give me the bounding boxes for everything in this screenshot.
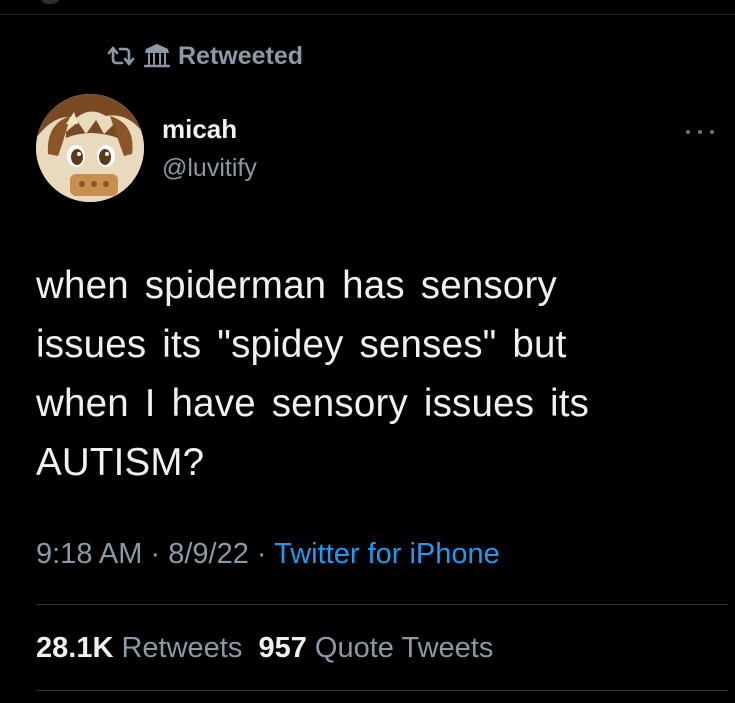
tweet-date[interactable]: 8/9/22 [168,538,249,570]
divider [36,690,728,691]
top-divider [0,14,735,15]
tweet-text-line: when I have sensory issues its [36,382,590,425]
quote-tweets-count: 957 [258,632,307,664]
tweet-text-line: AUTISM? [36,441,205,484]
author-display-name[interactable]: micah [162,114,237,145]
more-options-icon[interactable] [684,124,716,140]
meta-separator: · [150,538,161,570]
quote-tweets-stat[interactable]: 957 Quote Tweets [258,632,493,664]
quote-tweets-label: Quote Tweets [314,632,494,664]
retweets-stat[interactable]: 28.1K Retweets [36,632,242,664]
tweet-text-line: when spiderman has sensory [36,264,557,307]
retweets-count: 28.1K [36,632,114,664]
retweet-icon [106,44,136,68]
tweet-meta: 9:18 AM · 8/9/22 · Twitter for iPhone [36,538,500,571]
avatar[interactable] [36,94,144,202]
building-icon [144,43,170,69]
retweet-context-label: Retweeted [178,41,304,70]
tweet-time[interactable]: 9:18 AM [36,538,142,570]
tweet-header: micah @luvitify [36,94,716,204]
top-edge-shape [40,0,60,4]
tweet-source[interactable]: Twitter for iPhone [274,538,500,570]
author-handle[interactable]: @luvitify [162,154,257,183]
meta-separator: · [256,538,267,570]
tweet-text-line: issues its "spidey senses" but [36,323,567,366]
tweet-text: when spiderman has sensory issues its "s… [36,256,706,492]
divider [36,604,728,605]
retweets-label: Retweets [121,632,243,664]
tweet-stats: 28.1K Retweets 957 Quote Tweets [36,632,493,665]
retweet-context[interactable]: Retweeted [106,40,303,72]
